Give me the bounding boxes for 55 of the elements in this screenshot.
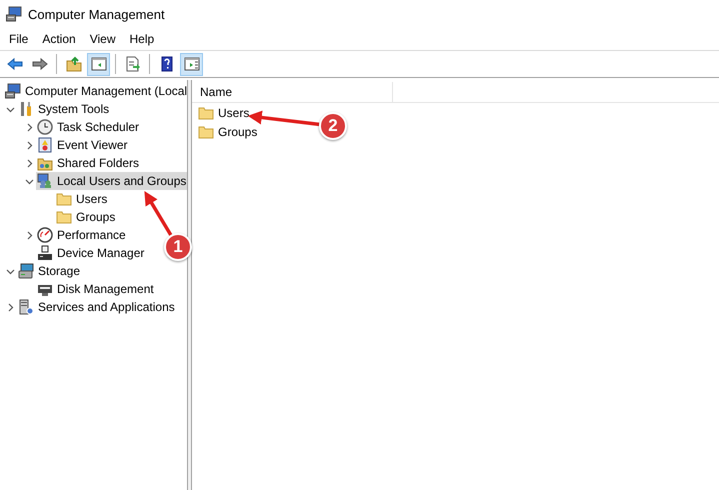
tree-item[interactable]: Event Viewer — [36, 136, 130, 154]
menu-item[interactable]: View — [82, 30, 122, 48]
list-item[interactable]: Groups — [198, 122, 258, 141]
tree-item[interactable]: Groups — [55, 208, 118, 226]
export-list-icon — [124, 56, 140, 72]
app-icon — [6, 6, 22, 22]
tree-item[interactable]: Local Users and Groups — [36, 172, 187, 190]
expand-chevron-icon[interactable] — [25, 230, 34, 240]
event-log-icon — [37, 137, 53, 153]
step-badge: 1 — [164, 233, 192, 261]
menu-item[interactable]: Help — [122, 30, 162, 48]
menu-item[interactable]: Action — [35, 30, 83, 48]
tree-item[interactable]: Shared Folders — [36, 154, 142, 172]
tools-icon — [18, 101, 34, 117]
folder-icon — [56, 209, 72, 225]
pane-toggle-button[interactable] — [87, 52, 110, 76]
column-header[interactable]: Name — [192, 82, 393, 102]
gauge-icon — [37, 227, 53, 243]
expand-chevron-icon[interactable] — [25, 140, 34, 150]
collapse-chevron-icon[interactable] — [6, 104, 15, 114]
callout-arrow — [248, 110, 320, 126]
back-arrow-icon — [6, 56, 22, 72]
action-pane-button[interactable] — [180, 52, 203, 76]
help-icon — [158, 56, 174, 72]
menu-item[interactable]: File — [2, 30, 36, 48]
tree-item[interactable]: System Tools — [17, 100, 112, 118]
forward-arrow-icon — [32, 56, 48, 72]
tree-item[interactable]: Performance — [36, 226, 128, 244]
callout-arrow — [144, 190, 172, 236]
list-item[interactable]: Users — [198, 103, 250, 122]
step-badge: 2 — [319, 112, 347, 140]
pane-toggle-icon — [90, 56, 106, 72]
tree-item[interactable]: Storage — [17, 262, 82, 280]
folder-up-icon — [66, 56, 82, 72]
device-icon — [37, 245, 53, 261]
window-title: Computer Management — [28, 6, 165, 22]
users-icon — [37, 173, 53, 189]
tree-item[interactable]: Services and Applications — [17, 298, 177, 316]
expand-chevron-icon[interactable] — [25, 122, 34, 132]
tree-item[interactable]: Task Scheduler — [36, 118, 142, 136]
folder-icon — [198, 124, 214, 140]
folder-icon — [198, 104, 214, 120]
expand-chevron-icon[interactable] — [25, 158, 34, 168]
clock-icon — [37, 119, 53, 135]
tree-item[interactable]: Users — [55, 190, 110, 208]
storage-icon — [18, 263, 34, 279]
collapse-chevron-icon[interactable] — [25, 176, 34, 186]
tree-item[interactable]: Computer Management (Local — [4, 82, 187, 100]
computer-icon — [5, 83, 21, 99]
server-gear-icon — [18, 299, 34, 315]
tree-item[interactable]: Device Manager — [36, 244, 146, 262]
action-pane-icon — [184, 56, 200, 72]
collapse-chevron-icon[interactable] — [6, 266, 15, 276]
expand-chevron-icon[interactable] — [6, 302, 15, 312]
tree-item[interactable]: Disk Management — [36, 280, 156, 298]
